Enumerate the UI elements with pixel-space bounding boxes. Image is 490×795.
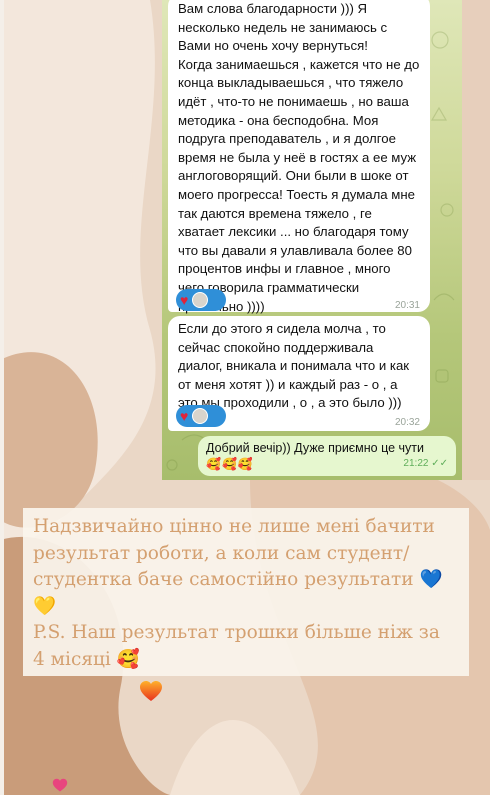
message-time: 20:31 [394,300,420,311]
double-check-icon: ✓✓ [431,458,448,469]
message-time: 21:22 ✓✓ [403,456,448,472]
pink-heart-icon [52,778,68,792]
avatar [192,292,209,308]
avatar [192,408,209,424]
outgoing-message-reply[interactable]: Добрий вечір)) Дуже приємно це чути 🥰🥰🥰 … [198,436,456,476]
left-frame-edge [0,0,4,795]
time-label: 21:22 [403,458,429,469]
message-text: Добрий вечір)) Дуже приємно це чути [206,441,425,455]
reaction-badge[interactable]: ♥ [176,405,226,427]
caption-text: Надзвичайно цінно не лише мені бачити ре… [33,516,443,670]
message-time: 20:32 [394,417,420,428]
story-caption-box: Надзвичайно цінно не лише мені бачити ре… [23,508,469,676]
flame-heart-icon [140,681,162,701]
heart-icon: ♥ [180,408,189,424]
chat-screenshot: Вам слова благодарности ))) Я несколько … [162,0,462,480]
message-text: Вам слова благодарности ))) Я несколько … [178,1,420,314]
incoming-message-progress[interactable]: Если до этого я сидела молча , то сейчас… [168,316,430,431]
message-text: Если до этого я сидела молча , то сейчас… [178,321,410,411]
reaction-badge[interactable]: ♥ [176,289,226,311]
heart-icon: ♥ [180,292,189,308]
incoming-message-gratitude[interactable]: Вам слова благодарности ))) Я несколько … [168,0,430,314]
